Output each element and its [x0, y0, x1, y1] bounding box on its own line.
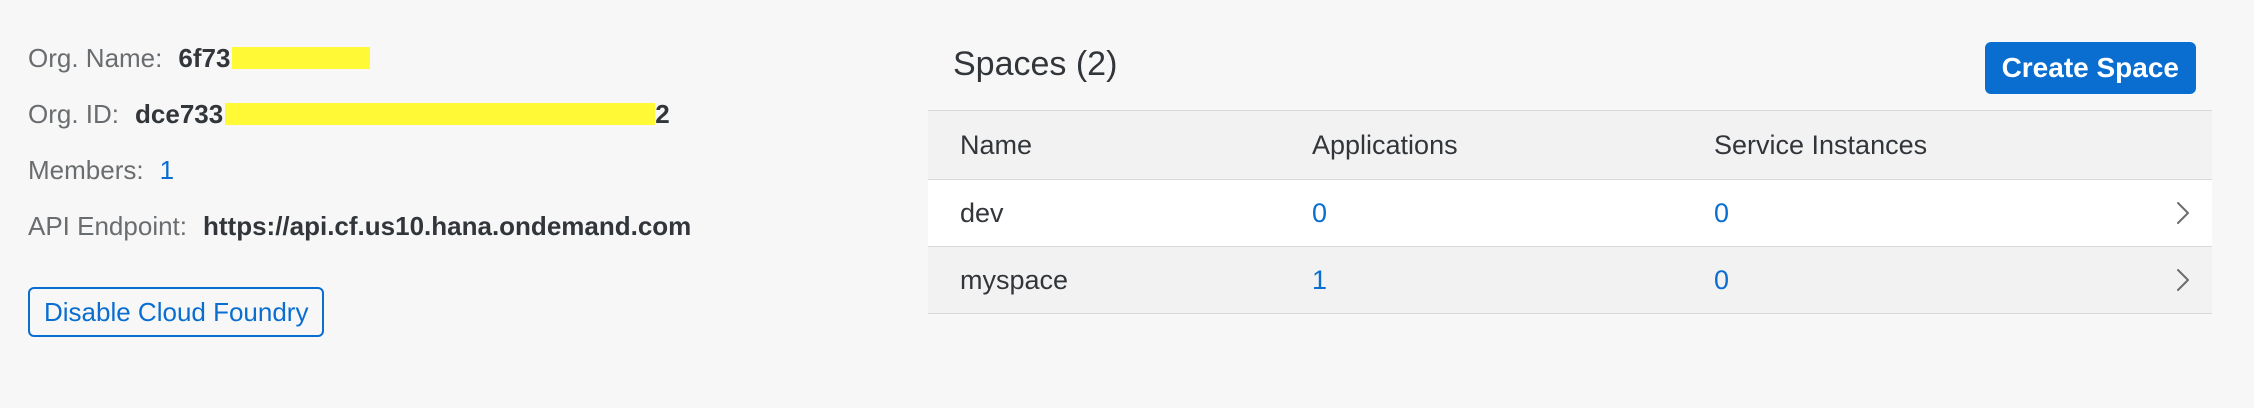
table-header: Name Applications Service Instances — [928, 111, 2212, 180]
org-name-row: Org. Name: 6f73 — [28, 42, 371, 74]
create-space-button[interactable]: Create Space — [1984, 42, 2196, 94]
api-endpoint-label: API Endpoint: — [28, 211, 187, 241]
redaction-mark — [232, 47, 371, 70]
disable-cloud-foundry-button[interactable]: Disable Cloud Foundry — [28, 287, 325, 337]
org-info-panel: Org. Name: 6f73 Org. ID: dce733 2 Members… — [28, 0, 888, 408]
org-id-visible-suffix: 2 — [655, 99, 670, 129]
applications-count-link[interactable]: 1 — [1312, 264, 1714, 296]
chevron-right-icon — [2114, 267, 2212, 293]
table-row[interactable]: myspace 1 0 — [928, 247, 2212, 314]
table-row[interactable]: dev 0 0 — [928, 180, 2212, 247]
space-name: dev — [960, 198, 1004, 228]
column-header-name: Name — [960, 130, 1033, 160]
spaces-panel: Spaces (2) Create Space Name Application… — [928, 0, 2212, 408]
org-id-visible-text: dce733 — [135, 99, 224, 129]
redaction-mark — [225, 103, 656, 126]
column-header-service-instances: Service Instances — [1714, 130, 1928, 160]
space-name: myspace — [960, 265, 1069, 295]
members-count-link[interactable]: 1 — [160, 154, 174, 186]
members-label: Members: — [28, 155, 144, 185]
members-row: Members: 1 — [28, 154, 174, 186]
org-name-value: 6f73 — [178, 42, 371, 74]
org-id-value: dce733 2 — [135, 98, 670, 130]
org-name-label: Org. Name: — [28, 43, 163, 73]
org-name-visible-text: 6f73 — [178, 43, 231, 73]
cloud-foundry-org-overview: Org. Name: 6f73 Org. ID: dce733 2 Members… — [0, 0, 2254, 408]
spaces-title: Spaces (2) — [953, 45, 1118, 83]
column-header-applications: Applications — [1312, 130, 1458, 160]
service-instances-count-link[interactable]: 0 — [1714, 197, 2114, 229]
service-instances-count-link[interactable]: 0 — [1714, 264, 2114, 296]
api-endpoint-row: API Endpoint: https://api.cf.us10.hana.o… — [28, 210, 691, 242]
org-id-label: Org. ID: — [28, 99, 120, 129]
spaces-table: Name Applications Service Instances dev … — [928, 110, 2212, 314]
applications-count-link[interactable]: 0 — [1312, 197, 1714, 229]
api-endpoint-value: https://api.cf.us10.hana.ondemand.com — [203, 211, 692, 241]
org-id-row: Org. ID: dce733 2 — [28, 98, 670, 130]
chevron-right-icon — [2114, 200, 2212, 226]
